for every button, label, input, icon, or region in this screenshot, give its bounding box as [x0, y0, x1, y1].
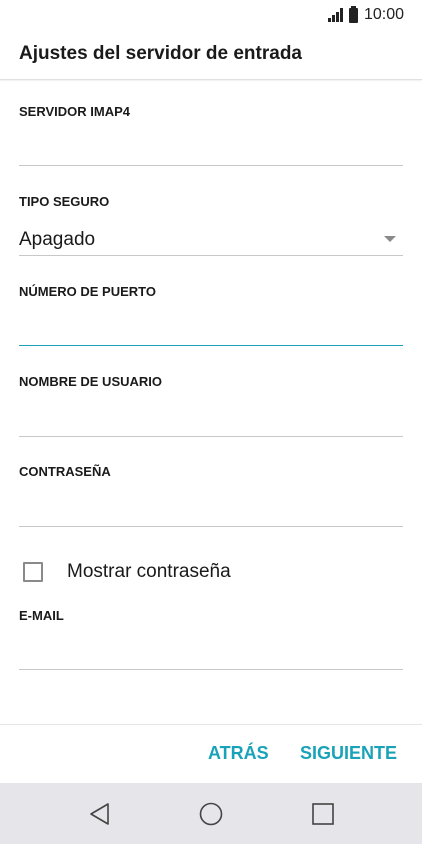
port-field: NÚMERO DE PUERTO: [19, 284, 403, 346]
security-type-field: TIPO SEGURO Apagado: [19, 194, 403, 256]
username-input[interactable]: [19, 407, 403, 437]
username-label: NOMBRE DE USUARIO: [19, 374, 163, 389]
recent-apps-icon[interactable]: [310, 801, 336, 827]
next-button[interactable]: SIGUIENTE: [300, 743, 397, 764]
footer-actions: ATRÁS SIGUIENTE: [0, 724, 422, 783]
port-label: NÚMERO DE PUERTO: [19, 284, 156, 299]
security-type-select[interactable]: Apagado: [19, 226, 403, 256]
battery-icon: [348, 5, 358, 23]
signal-icon: [327, 8, 343, 22]
status-icons: 10:00: [327, 5, 404, 24]
show-password-checkbox[interactable]: [23, 562, 43, 582]
security-type-value: Apagado: [19, 229, 96, 250]
server-input[interactable]: [19, 136, 403, 166]
security-type-label: TIPO SEGURO: [19, 194, 110, 209]
page-title: Ajustes del servidor de entrada: [19, 43, 302, 64]
app-header: Ajustes del servidor de entrada: [0, 30, 422, 80]
show-password-label[interactable]: Mostrar contraseña: [67, 561, 231, 583]
email-input[interactable]: [19, 640, 403, 670]
home-icon[interactable]: [198, 801, 224, 827]
email-field: E-MAIL: [19, 608, 403, 670]
status-bar: 10:00: [0, 0, 422, 30]
server-label: SERVIDOR IMAP4: [19, 104, 131, 119]
port-input[interactable]: [19, 316, 403, 346]
password-label: CONTRASEÑA: [19, 464, 111, 479]
back-button[interactable]: ATRÁS: [208, 743, 269, 764]
username-field: NOMBRE DE USUARIO: [19, 374, 403, 437]
navigation-bar: [0, 783, 422, 844]
password-input[interactable]: [19, 497, 403, 527]
show-password-row[interactable]: Mostrar contraseña: [23, 561, 231, 583]
dropdown-arrow-icon: [384, 236, 396, 242]
back-icon[interactable]: [87, 801, 113, 827]
server-field: SERVIDOR IMAP4: [19, 104, 403, 166]
email-label: E-MAIL: [19, 608, 64, 623]
status-time: 10:00: [363, 6, 404, 23]
password-field: CONTRASEÑA: [19, 464, 403, 527]
